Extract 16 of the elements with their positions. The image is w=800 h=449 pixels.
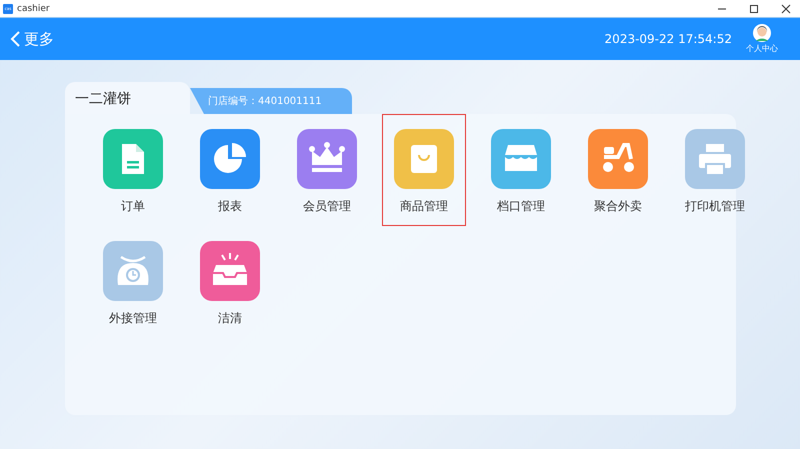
app-tile[interactable]: 报表	[188, 114, 272, 226]
app-tile[interactable]: 外接管理	[91, 226, 175, 338]
store-number-label: 门店编号：4401001111	[190, 88, 352, 114]
app-tile[interactable]: 洁清	[188, 226, 272, 338]
app-tile[interactable]: 打印机管理	[673, 114, 757, 226]
window-title: cashier	[17, 4, 51, 14]
app-tile[interactable]: 订单	[91, 114, 175, 226]
avatar-icon	[753, 24, 771, 42]
chevron-left-icon	[10, 30, 22, 48]
close-icon	[781, 4, 791, 14]
maximize-icon	[749, 4, 759, 14]
datetime: 2023-09-22 17:54:52	[604, 32, 732, 46]
app-tile[interactable]: 聚合外卖	[576, 114, 660, 226]
app-tile[interactable]: 商品管理	[382, 114, 466, 226]
app-tile[interactable]: 会员管理	[285, 114, 369, 226]
app-tile[interactable]: 档口管理	[479, 114, 563, 226]
